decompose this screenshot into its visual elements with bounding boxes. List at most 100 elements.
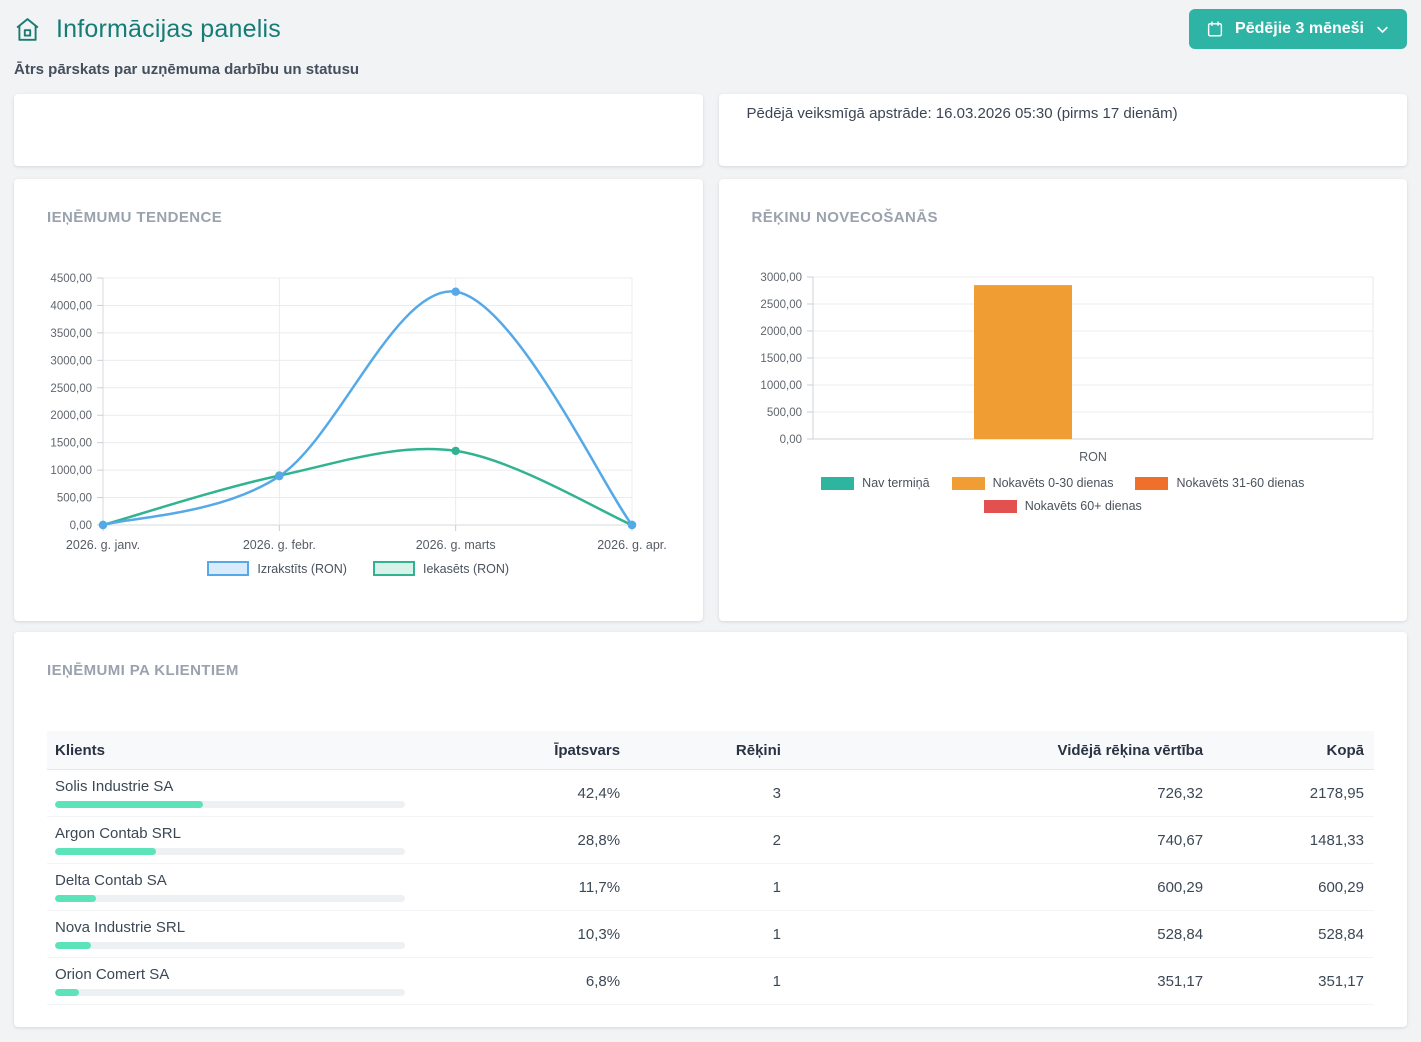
svg-text:4500,00: 4500,00 [50,273,92,285]
share-cell: 10,3% [519,911,630,958]
total-cell: 600,29 [1213,864,1374,911]
data-point [275,472,283,480]
invoice-aging-card: RĒĶINU NOVECOŠANĀS 0,00500,001000,001500… [719,179,1408,621]
revenue-trend-card: IEŅĒMUMU TENDENCE 0,00500,001000,001500,… [14,179,703,621]
client-row: Nova Industrie SRL10,3%1528,84528,84 [47,911,1374,958]
client-name: Delta Contab SA [55,872,518,889]
legend-item[interactable]: Nav termiņā [821,476,929,490]
client-cell: Nova Industrie SRL [47,911,519,958]
legend-swatch [821,477,854,490]
legend-item[interactable]: Nokavēts 0-30 dienas [952,476,1114,490]
legend-swatch [952,477,985,490]
invoices-cell: 1 [630,958,791,1005]
legend-label: Nokavēts 31-60 dienas [1176,476,1304,490]
client-row: Argon Contab SRL28,8%2740,671481,33 [47,817,1374,864]
svg-text:3000,00: 3000,00 [760,272,802,284]
total-cell: 528,84 [1213,911,1374,958]
invoice-aging-chart: 0,00500,001000,001500,002000,002500,0030… [719,264,1403,484]
total-cell: 1481,33 [1213,817,1374,864]
legend-swatch [984,500,1017,513]
client-row: Orion Comert SA6,8%1351,17351,17 [47,958,1374,1005]
invoices-cell: 1 [630,864,791,911]
svg-text:2500,00: 2500,00 [760,299,802,311]
share-cell: 6,8% [519,958,630,1005]
clients-table: Klients Īpatsvars Rēķini Vidējā rēķina v… [47,731,1374,1005]
legend-label: Iekasēts (RON) [423,562,509,576]
column-header-klients: Klients [47,731,519,770]
legend-item[interactable]: Iekasēts (RON) [373,561,509,576]
invoice-aging-title: RĒĶINU NOVECOŠANĀS [719,179,1408,226]
line-series [103,449,632,525]
data-point [99,521,107,529]
home-icon[interactable] [14,16,41,43]
period-filter-label: Pēdējie 3 mēneši [1235,20,1364,38]
svg-text:500,00: 500,00 [766,407,801,419]
invoices-cell: 2 [630,817,791,864]
legend-item[interactable]: Izrakstīts (RON) [207,561,347,576]
client-row: Solis Industrie SA42,4%3726,322178,95 [47,770,1374,817]
client-name: Orion Comert SA [55,966,518,983]
revenue-trend-title: IEŅĒMUMU TENDENCE [14,179,703,226]
total-cell: 2178,95 [1213,770,1374,817]
svg-text:4000,00: 4000,00 [50,300,92,312]
top-left-card [14,94,703,166]
legend-label: Izrakstīts (RON) [257,562,347,576]
page-title: Informācijas panelis [56,15,281,44]
legend-item[interactable]: Nokavēts 31-60 dienas [1135,476,1304,490]
share-progress-fill [55,989,79,996]
svg-text:2026. g. janv.: 2026. g. janv. [66,538,140,552]
client-name: Solis Industrie SA [55,778,518,795]
data-point [628,521,636,529]
share-cell: 28,8% [519,817,630,864]
revenue-trend-chart: 0,00500,001000,001500,002000,002500,0030… [14,264,700,564]
avg-invoice-cell: 528,84 [791,911,1213,958]
avg-invoice-cell: 351,17 [791,958,1213,1005]
revenue-trend-legend: Izrakstīts (RON) Iekasēts (RON) [14,561,703,576]
legend-label: Nokavēts 60+ dienas [1025,499,1142,513]
svg-text:2026. g. apr.: 2026. g. apr. [597,538,667,552]
data-point [451,447,459,455]
share-progress-fill [55,801,203,808]
legend-item[interactable]: Nokavēts 60+ dienas [984,499,1142,513]
client-name: Argon Contab SRL [55,825,518,842]
top-cards-row: Pēdējā veiksmīgā apstrāde: 16.03.2026 05… [14,94,1407,166]
legend-swatch [1135,477,1168,490]
share-progress-fill [55,942,91,949]
svg-text:2500,00: 2500,00 [50,383,92,395]
avg-invoice-cell: 740,67 [791,817,1213,864]
share-progress-fill [55,848,156,855]
bar-segment [974,285,1072,439]
share-progress-track [55,848,405,855]
share-progress-track [55,801,405,808]
share-progress-track [55,895,405,902]
dashboard-page: Informācijas panelis Pēdējie 3 mēneši Āt… [0,0,1421,1042]
svg-text:3000,00: 3000,00 [50,355,92,367]
column-header-ipatsvars: Īpatsvars [519,731,630,770]
svg-text:500,00: 500,00 [57,493,92,505]
svg-text:2026. g. marts: 2026. g. marts [416,538,496,552]
share-cell: 11,7% [519,864,630,911]
page-subtitle: Ātrs pārskats par uzņēmuma darbību un st… [14,61,1407,78]
client-name: Nova Industrie SRL [55,919,518,936]
svg-text:0,00: 0,00 [779,434,801,446]
avg-invoice-cell: 600,29 [791,864,1213,911]
bar-category-label: RON [1079,450,1107,464]
page-header: Informācijas panelis Pēdējie 3 mēneši [14,8,1407,50]
period-filter-button[interactable]: Pēdējie 3 mēneši [1189,9,1407,49]
share-progress-fill [55,895,96,902]
client-cell: Orion Comert SA [47,958,519,1005]
column-header-kopa: Kopā [1213,731,1374,770]
share-cell: 42,4% [519,770,630,817]
invoice-aging-legend: Nav termiņā Nokavēts 0-30 dienas Nokavēts … [793,476,1333,513]
legend-swatch [373,561,415,576]
svg-text:1500,00: 1500,00 [50,438,92,450]
share-progress-track [55,942,405,949]
revenue-by-clients-card: IEŅĒMUMI PA KLIENTIEM Klients Īpatsvars … [14,632,1407,1027]
client-cell: Solis Industrie SA [47,770,519,817]
svg-text:1000,00: 1000,00 [50,465,92,477]
svg-text:1500,00: 1500,00 [760,353,802,365]
svg-text:2000,00: 2000,00 [760,326,802,338]
share-progress-track [55,989,405,996]
legend-swatch [207,561,249,576]
client-cell: Delta Contab SA [47,864,519,911]
